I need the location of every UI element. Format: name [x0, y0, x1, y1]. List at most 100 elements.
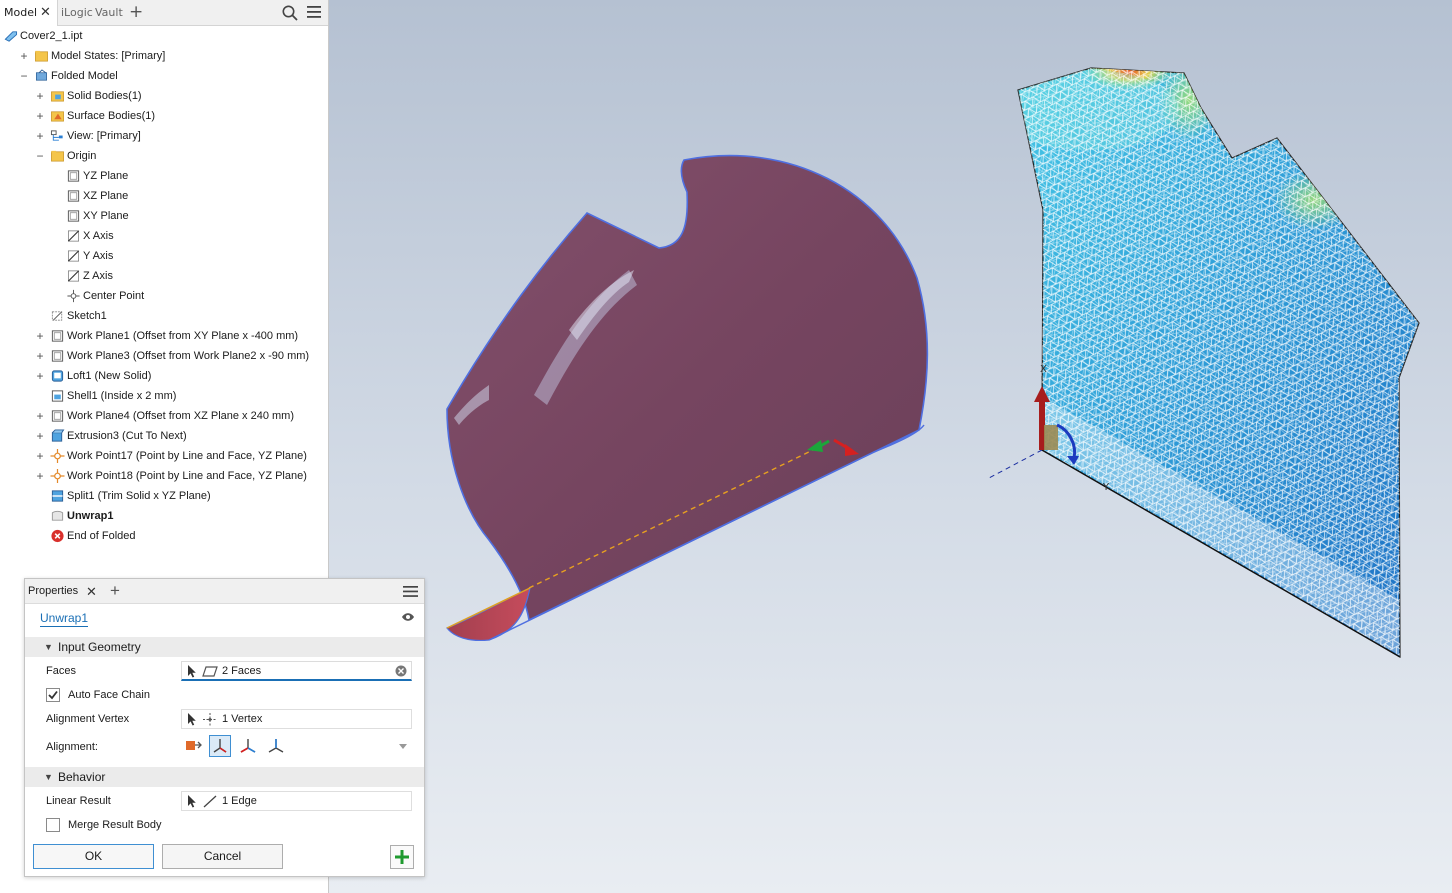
feature-name-field[interactable]: Unwrap1 — [40, 611, 89, 627]
tree-node[interactable]: Y Axis — [0, 246, 328, 266]
folded-model-icon — [35, 69, 48, 81]
tree-node-label: Surface Bodies(1) — [67, 110, 156, 122]
collapse-triangle-icon[interactable]: ▼ — [44, 767, 53, 787]
tab-model[interactable]: Model ✕ — [0, 0, 58, 26]
end-of-part-icon — [51, 529, 64, 543]
tree-node[interactable]: Center Point — [0, 286, 328, 306]
tab-vault[interactable]: Vault — [95, 0, 123, 26]
expand-toggle-icon[interactable]: + — [34, 86, 46, 106]
tree-node[interactable]: XZ Plane — [0, 186, 328, 206]
axis-icon — [67, 230, 80, 242]
model-scene[interactable]: X Y — [329, 0, 1452, 893]
visibility-eye-icon[interactable] — [401, 612, 415, 622]
expand-toggle-icon[interactable]: + — [34, 426, 46, 446]
tree-node[interactable]: + Extrusion3 (Cut To Next) — [0, 426, 328, 446]
tree-node-label: Sketch1 — [67, 310, 107, 322]
behavior-section[interactable]: ▼ Behavior — [25, 767, 424, 787]
chevron-down-icon[interactable] — [399, 744, 407, 750]
tree-node-label: Work Point18 (Point by Line and Face, YZ… — [67, 470, 307, 482]
properties-menu-icon[interactable] — [403, 585, 418, 598]
properties-header: Properties ✕ + — [25, 579, 424, 604]
tree-node[interactable]: + Work Plane1 (Offset from XY Plane x -40… — [0, 326, 328, 346]
vertex-icon — [203, 713, 217, 726]
cancel-button[interactable]: Cancel — [162, 844, 283, 869]
expand-toggle-icon[interactable]: + — [34, 466, 46, 486]
properties-title: Properties — [28, 585, 79, 597]
tree-node-label: Shell1 (Inside x 2 mm) — [67, 390, 177, 402]
tree-node[interactable]: Unwrap1 — [0, 506, 328, 526]
tree-node[interactable]: − Folded Model — [0, 66, 328, 86]
tree-node[interactable]: + Model States: [Primary] — [0, 46, 328, 66]
graphics-viewport[interactable]: X Y — [329, 0, 1452, 893]
alignment-vertex-value: 1 Vertex — [222, 713, 263, 725]
x-axis-label: X — [1040, 364, 1047, 375]
tree-node[interactable]: Shell1 (Inside x 2 mm) — [0, 386, 328, 406]
expand-toggle-icon[interactable]: + — [34, 326, 46, 346]
unwrapped-surface[interactable]: X Y — [908, 0, 1452, 723]
tree-node[interactable]: + Work Point17 (Point by Line and Face, Y… — [0, 446, 328, 466]
faces-selector[interactable]: 2 Faces — [181, 661, 412, 681]
alignment-option-3-icon[interactable] — [265, 735, 287, 757]
tree-node[interactable]: − Origin — [0, 146, 328, 166]
expand-toggle-icon[interactable]: − — [18, 66, 30, 86]
tree-node[interactable]: XY Plane — [0, 206, 328, 226]
tree-node[interactable]: + Work Plane4 (Offset from XZ Plane x 240… — [0, 406, 328, 426]
search-icon[interactable] — [281, 4, 299, 22]
properties-add-icon[interactable]: + — [110, 581, 120, 601]
tree-node[interactable]: X Axis — [0, 226, 328, 246]
edge-icon — [203, 795, 217, 808]
add-tab-icon[interactable]: + — [129, 3, 143, 21]
tree-node[interactable]: + View: [Primary] — [0, 126, 328, 146]
properties-close-icon[interactable]: ✕ — [86, 579, 97, 604]
solid-bodies-icon — [51, 91, 64, 102]
expand-toggle-icon[interactable]: + — [34, 446, 46, 466]
expand-toggle-icon[interactable]: + — [34, 346, 46, 366]
folder-icon — [35, 50, 48, 62]
expand-toggle-icon[interactable]: + — [34, 106, 46, 126]
merge-result-body-checkbox[interactable] — [46, 818, 60, 832]
tab-model-label: Model — [4, 6, 38, 19]
collapse-triangle-icon[interactable]: ▼ — [44, 637, 53, 657]
expand-toggle-icon[interactable]: + — [34, 406, 46, 426]
triad-icon — [213, 739, 227, 753]
tree-node[interactable]: + Solid Bodies(1) — [0, 86, 328, 106]
expand-toggle-icon[interactable]: + — [34, 366, 46, 386]
view-icon — [50, 130, 63, 141]
expand-toggle-icon[interactable]: + — [18, 46, 30, 66]
expand-toggle-icon[interactable]: − — [34, 146, 46, 166]
auto-face-chain-checkbox[interactable] — [46, 688, 60, 702]
plane-icon — [67, 190, 80, 202]
tree-node-label: Loft1 (New Solid) — [67, 370, 152, 382]
axis-icon — [67, 250, 80, 262]
plus-icon — [395, 850, 409, 864]
alignment-option-1-button[interactable] — [209, 735, 231, 757]
tree-node-label: XY Plane — [83, 210, 129, 222]
ok-button[interactable]: OK — [33, 844, 154, 869]
tree-node[interactable]: + Work Plane3 (Offset from Work Plane2 x … — [0, 346, 328, 366]
input-geometry-section[interactable]: ▼ Input Geometry — [25, 637, 424, 657]
hamburger-menu-icon[interactable] — [306, 5, 322, 19]
face-icon — [202, 666, 218, 677]
tree-node[interactable]: End of Folded — [0, 526, 328, 546]
apply-plus-button[interactable] — [390, 845, 414, 869]
alignment-option-2-icon[interactable] — [237, 735, 259, 757]
tree-node[interactable]: + Loft1 (New Solid) — [0, 366, 328, 386]
tree-node[interactable]: + Surface Bodies(1) — [0, 106, 328, 126]
tree-node[interactable]: + Work Point18 (Point by Line and Face, Y… — [0, 466, 328, 486]
tree-node[interactable]: Cover2_1.ipt — [0, 26, 328, 46]
clear-selection-icon[interactable] — [395, 665, 407, 677]
tree-node-label: Y Axis — [83, 250, 114, 262]
alignment-vertex-selector[interactable]: 1 Vertex — [181, 709, 412, 729]
alignment-auto-icon[interactable] — [182, 735, 204, 757]
tree-node[interactable]: Sketch1 — [0, 306, 328, 326]
surface-bodies-icon — [51, 111, 64, 122]
folded-surface[interactable] — [446, 154, 929, 642]
tree-node[interactable]: Z Axis — [0, 266, 328, 286]
linear-result-selector[interactable]: 1 Edge — [181, 791, 412, 811]
tree-node[interactable]: Split1 (Trim Solid x YZ Plane) — [0, 486, 328, 506]
tab-model-close-icon[interactable]: ✕ — [40, 0, 51, 26]
expand-toggle-icon[interactable]: + — [34, 126, 46, 146]
tree-node[interactable]: YZ Plane — [0, 166, 328, 186]
tab-ilogic[interactable]: iLogic — [61, 0, 93, 26]
tree-node-label: Work Plane4 (Offset from XZ Plane x 240 … — [67, 410, 295, 422]
